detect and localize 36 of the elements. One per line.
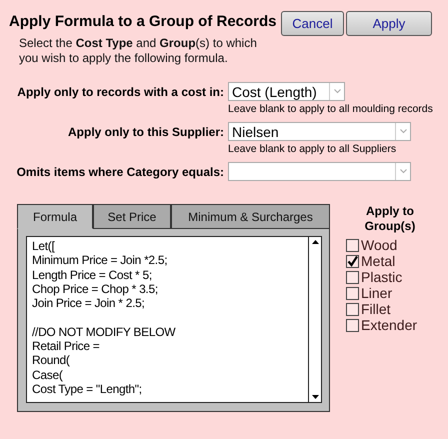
checkbox[interactable] <box>346 318 359 332</box>
hint-text: Leave blank to apply to all moulding records <box>228 103 434 115</box>
tab[interactable]: Set Price <box>93 204 171 229</box>
scroll-up-icon[interactable] <box>312 240 318 244</box>
checkbox[interactable] <box>346 286 359 300</box>
chevron-down-icon <box>400 129 406 134</box>
tab[interactable]: Formula <box>17 204 93 229</box>
checkbox-label: Wood <box>361 237 398 253</box>
dialog-title: Apply Formula to a Group of Records <box>9 12 278 30</box>
group-heading: Apply to Group(s) <box>364 204 416 234</box>
checkbox-label: Extender <box>361 317 418 333</box>
checkmark-icon <box>347 256 358 266</box>
hint-text: Leave blank to apply to all Suppliers <box>228 143 398 155</box>
checkbox[interactable] <box>346 270 359 284</box>
tab[interactable]: Minimum & Surcharges <box>171 204 330 229</box>
dropdown-field[interactable] <box>228 162 411 181</box>
checkbox-label: Plastic <box>361 269 402 285</box>
formula-editor[interactable]: Let([ Minimum Price = Join *2.5; Length Price = Cost * 5; Chop Price = Chop * 3.5; Join Price = Join * 2.5; //DO NOT MODIFY BELOW Retail Price = Round( Case( Cost Type = "Length"; <box>26 236 322 403</box>
checkbox-label: Metal <box>361 253 396 269</box>
field-label: Omits items where Category equals: <box>16 164 224 178</box>
checkbox[interactable] <box>346 254 359 268</box>
dropdown-field[interactable]: Nielsen <box>228 122 411 141</box>
field-label: Apply only to records with a cost in: <box>16 84 224 98</box>
checkbox-label: Liner <box>361 285 392 301</box>
field-label: Apply only to this Supplier: <box>67 124 224 138</box>
checkbox[interactable] <box>346 238 359 252</box>
scrollbar[interactable] <box>308 237 321 402</box>
checkbox[interactable] <box>346 302 359 316</box>
chevron-down-icon <box>334 89 340 94</box>
instructions-text: Select the Cost Type and Group(s) to which you wish to apply the following formula. <box>19 36 258 66</box>
scroll-down-icon[interactable] <box>312 395 318 399</box>
cancel-button[interactable]: Cancel <box>281 11 344 36</box>
checkbox-label: Fillet <box>361 301 391 317</box>
apply-button[interactable]: Apply <box>346 11 432 36</box>
dropdown-field[interactable]: Cost (Length) <box>228 82 345 101</box>
chevron-down-icon <box>400 169 406 174</box>
